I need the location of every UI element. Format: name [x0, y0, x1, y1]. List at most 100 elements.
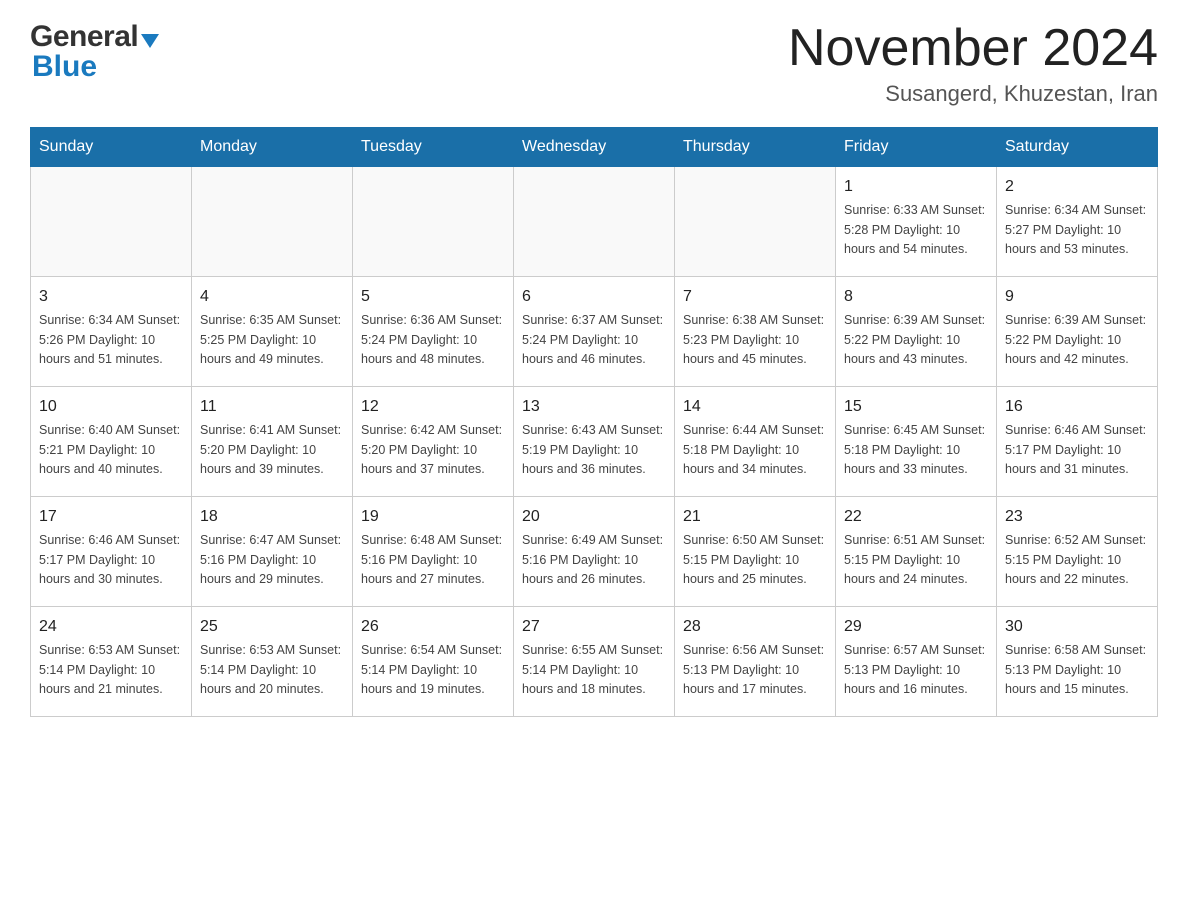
day-info: Sunrise: 6:42 AM Sunset: 5:20 PM Dayligh… [361, 421, 505, 479]
day-info: Sunrise: 6:34 AM Sunset: 5:26 PM Dayligh… [39, 311, 183, 369]
calendar-cell: 14Sunrise: 6:44 AM Sunset: 5:18 PM Dayli… [675, 387, 836, 497]
calendar-cell: 8Sunrise: 6:39 AM Sunset: 5:22 PM Daylig… [836, 277, 997, 387]
day-info: Sunrise: 6:34 AM Sunset: 5:27 PM Dayligh… [1005, 201, 1149, 259]
calendar-cell: 22Sunrise: 6:51 AM Sunset: 5:15 PM Dayli… [836, 497, 997, 607]
calendar-cell: 18Sunrise: 6:47 AM Sunset: 5:16 PM Dayli… [192, 497, 353, 607]
day-number: 2 [1005, 175, 1149, 199]
calendar-table: SundayMondayTuesdayWednesdayThursdayFrid… [30, 127, 1158, 717]
day-info: Sunrise: 6:46 AM Sunset: 5:17 PM Dayligh… [39, 531, 183, 589]
calendar-cell: 30Sunrise: 6:58 AM Sunset: 5:13 PM Dayli… [997, 607, 1158, 717]
calendar-cell: 9Sunrise: 6:39 AM Sunset: 5:22 PM Daylig… [997, 277, 1158, 387]
day-info: Sunrise: 6:49 AM Sunset: 5:16 PM Dayligh… [522, 531, 666, 589]
day-info: Sunrise: 6:52 AM Sunset: 5:15 PM Dayligh… [1005, 531, 1149, 589]
calendar-week-row: 1Sunrise: 6:33 AM Sunset: 5:28 PM Daylig… [31, 167, 1158, 277]
day-number: 4 [200, 285, 344, 309]
day-info: Sunrise: 6:55 AM Sunset: 5:14 PM Dayligh… [522, 641, 666, 699]
day-number: 16 [1005, 395, 1149, 419]
calendar-cell [192, 167, 353, 277]
day-info: Sunrise: 6:40 AM Sunset: 5:21 PM Dayligh… [39, 421, 183, 479]
day-info: Sunrise: 6:53 AM Sunset: 5:14 PM Dayligh… [39, 641, 183, 699]
day-info: Sunrise: 6:35 AM Sunset: 5:25 PM Dayligh… [200, 311, 344, 369]
calendar-cell [675, 167, 836, 277]
day-info: Sunrise: 6:54 AM Sunset: 5:14 PM Dayligh… [361, 641, 505, 699]
day-number: 6 [522, 285, 666, 309]
calendar-cell: 16Sunrise: 6:46 AM Sunset: 5:17 PM Dayli… [997, 387, 1158, 497]
day-info: Sunrise: 6:45 AM Sunset: 5:18 PM Dayligh… [844, 421, 988, 479]
day-number: 20 [522, 505, 666, 529]
calendar-cell: 27Sunrise: 6:55 AM Sunset: 5:14 PM Dayli… [514, 607, 675, 717]
weekday-header-row: SundayMondayTuesdayWednesdayThursdayFrid… [31, 128, 1158, 167]
day-info: Sunrise: 6:39 AM Sunset: 5:22 PM Dayligh… [1005, 311, 1149, 369]
calendar-cell: 11Sunrise: 6:41 AM Sunset: 5:20 PM Dayli… [192, 387, 353, 497]
calendar-cell: 19Sunrise: 6:48 AM Sunset: 5:16 PM Dayli… [353, 497, 514, 607]
day-number: 14 [683, 395, 827, 419]
weekday-header-wednesday: Wednesday [514, 128, 675, 167]
day-number: 1 [844, 175, 988, 199]
day-info: Sunrise: 6:46 AM Sunset: 5:17 PM Dayligh… [1005, 421, 1149, 479]
day-number: 13 [522, 395, 666, 419]
day-info: Sunrise: 6:37 AM Sunset: 5:24 PM Dayligh… [522, 311, 666, 369]
calendar-cell: 3Sunrise: 6:34 AM Sunset: 5:26 PM Daylig… [31, 277, 192, 387]
calendar-week-row: 10Sunrise: 6:40 AM Sunset: 5:21 PM Dayli… [31, 387, 1158, 497]
calendar-cell: 6Sunrise: 6:37 AM Sunset: 5:24 PM Daylig… [514, 277, 675, 387]
calendar-cell [353, 167, 514, 277]
calendar-cell: 7Sunrise: 6:38 AM Sunset: 5:23 PM Daylig… [675, 277, 836, 387]
calendar-cell: 1Sunrise: 6:33 AM Sunset: 5:28 PM Daylig… [836, 167, 997, 277]
weekday-header-saturday: Saturday [997, 128, 1158, 167]
day-number: 17 [39, 505, 183, 529]
day-number: 24 [39, 615, 183, 639]
calendar-cell: 12Sunrise: 6:42 AM Sunset: 5:20 PM Dayli… [353, 387, 514, 497]
calendar-week-row: 17Sunrise: 6:46 AM Sunset: 5:17 PM Dayli… [31, 497, 1158, 607]
day-info: Sunrise: 6:57 AM Sunset: 5:13 PM Dayligh… [844, 641, 988, 699]
day-number: 21 [683, 505, 827, 529]
logo-triangle-icon [141, 34, 159, 48]
calendar-cell: 20Sunrise: 6:49 AM Sunset: 5:16 PM Dayli… [514, 497, 675, 607]
calendar-cell: 15Sunrise: 6:45 AM Sunset: 5:18 PM Dayli… [836, 387, 997, 497]
calendar-cell: 24Sunrise: 6:53 AM Sunset: 5:14 PM Dayli… [31, 607, 192, 717]
day-number: 29 [844, 615, 988, 639]
day-info: Sunrise: 6:43 AM Sunset: 5:19 PM Dayligh… [522, 421, 666, 479]
day-number: 15 [844, 395, 988, 419]
day-number: 9 [1005, 285, 1149, 309]
day-number: 19 [361, 505, 505, 529]
calendar-cell: 29Sunrise: 6:57 AM Sunset: 5:13 PM Dayli… [836, 607, 997, 717]
day-info: Sunrise: 6:48 AM Sunset: 5:16 PM Dayligh… [361, 531, 505, 589]
day-info: Sunrise: 6:36 AM Sunset: 5:24 PM Dayligh… [361, 311, 505, 369]
calendar-cell: 28Sunrise: 6:56 AM Sunset: 5:13 PM Dayli… [675, 607, 836, 717]
weekday-header-tuesday: Tuesday [353, 128, 514, 167]
calendar-week-row: 24Sunrise: 6:53 AM Sunset: 5:14 PM Dayli… [31, 607, 1158, 717]
calendar-cell [514, 167, 675, 277]
day-number: 23 [1005, 505, 1149, 529]
calendar-cell: 25Sunrise: 6:53 AM Sunset: 5:14 PM Dayli… [192, 607, 353, 717]
day-info: Sunrise: 6:33 AM Sunset: 5:28 PM Dayligh… [844, 201, 988, 259]
day-number: 30 [1005, 615, 1149, 639]
calendar-cell: 2Sunrise: 6:34 AM Sunset: 5:27 PM Daylig… [997, 167, 1158, 277]
day-number: 12 [361, 395, 505, 419]
day-info: Sunrise: 6:50 AM Sunset: 5:15 PM Dayligh… [683, 531, 827, 589]
logo-general-text: General [30, 20, 138, 54]
day-number: 25 [200, 615, 344, 639]
day-number: 18 [200, 505, 344, 529]
calendar-cell: 13Sunrise: 6:43 AM Sunset: 5:19 PM Dayli… [514, 387, 675, 497]
calendar-cell: 23Sunrise: 6:52 AM Sunset: 5:15 PM Dayli… [997, 497, 1158, 607]
calendar-cell: 4Sunrise: 6:35 AM Sunset: 5:25 PM Daylig… [192, 277, 353, 387]
weekday-header-monday: Monday [192, 128, 353, 167]
day-number: 27 [522, 615, 666, 639]
calendar-cell: 26Sunrise: 6:54 AM Sunset: 5:14 PM Dayli… [353, 607, 514, 717]
day-number: 3 [39, 285, 183, 309]
day-number: 28 [683, 615, 827, 639]
day-number: 11 [200, 395, 344, 419]
page-header: General Blue November 2024 Susangerd, Kh… [30, 20, 1158, 107]
calendar-cell: 10Sunrise: 6:40 AM Sunset: 5:21 PM Dayli… [31, 387, 192, 497]
title-area: November 2024 Susangerd, Khuzestan, Iran [788, 20, 1158, 107]
day-number: 22 [844, 505, 988, 529]
location-title: Susangerd, Khuzestan, Iran [788, 81, 1158, 107]
calendar-cell: 5Sunrise: 6:36 AM Sunset: 5:24 PM Daylig… [353, 277, 514, 387]
calendar-week-row: 3Sunrise: 6:34 AM Sunset: 5:26 PM Daylig… [31, 277, 1158, 387]
day-info: Sunrise: 6:47 AM Sunset: 5:16 PM Dayligh… [200, 531, 344, 589]
calendar-cell: 21Sunrise: 6:50 AM Sunset: 5:15 PM Dayli… [675, 497, 836, 607]
day-number: 26 [361, 615, 505, 639]
day-number: 8 [844, 285, 988, 309]
day-info: Sunrise: 6:39 AM Sunset: 5:22 PM Dayligh… [844, 311, 988, 369]
day-number: 5 [361, 285, 505, 309]
